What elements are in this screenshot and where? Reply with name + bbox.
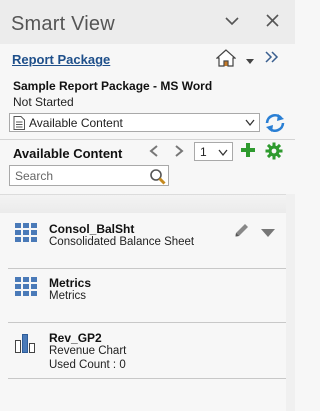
home-button[interactable]: [215, 49, 237, 67]
content-dropdown[interactable]: Available Content: [9, 113, 260, 132]
expand-button[interactable]: [261, 225, 275, 243]
available-content-heading: Available Content: [13, 146, 123, 161]
pencil-icon: [235, 224, 248, 237]
item-description: Consolidated Balance Sheet: [49, 236, 195, 248]
document-icon: [13, 116, 25, 130]
list-separator: [8, 322, 286, 323]
plus-icon: [241, 143, 255, 157]
edit-button[interactable]: [234, 222, 250, 243]
divider: [0, 139, 295, 140]
item-name: Metrics: [49, 276, 92, 290]
report-package-link-mnemonic: R: [12, 52, 22, 67]
chevron-right-icon: [175, 145, 184, 157]
search-input[interactable]: [9, 165, 169, 186]
list-item[interactable]: Consol_BalSht Consolidated Balance Sheet: [0, 215, 286, 267]
report-package-link[interactable]: Report Package: [12, 52, 110, 67]
title-bar: Smart View: [0, 0, 295, 44]
caret-down-icon: [246, 59, 254, 64]
package-name: Sample Report Package - MS Word: [13, 79, 213, 93]
double-chevron-right-icon: [265, 51, 279, 63]
content-dropdown-value: Available Content: [29, 116, 123, 130]
item-used-count: Used Count : 0: [49, 359, 126, 371]
chevron-down-icon: [225, 17, 239, 26]
list-separator: [8, 378, 286, 379]
search-button[interactable]: [149, 168, 166, 190]
settings-button[interactable]: [265, 142, 283, 165]
search-icon: [150, 169, 166, 185]
close-icon: [266, 14, 279, 27]
app-title: Smart View: [11, 13, 115, 35]
grid-icon: [15, 277, 37, 296]
package-status: Not Started: [13, 95, 74, 109]
refresh-icon: [265, 114, 285, 132]
item-description: Revenue Chart: [49, 345, 127, 357]
panel-header: Report Package: [0, 44, 295, 70]
item-name: Consol_BalSht: [49, 222, 135, 236]
next-page-button[interactable]: [173, 144, 185, 163]
list-header-strip: [0, 194, 286, 213]
chevron-down-icon: [218, 149, 228, 157]
collapse-button[interactable]: [221, 10, 243, 32]
page-number: 1: [200, 145, 207, 159]
previous-page-button[interactable]: [148, 144, 160, 163]
vertical-scrollbar[interactable]: [286, 194, 295, 411]
chevron-down-icon: [245, 119, 255, 127]
close-button[interactable]: [262, 10, 284, 32]
report-package-link-text: eport Package: [21, 52, 111, 67]
add-content-button[interactable]: [240, 142, 256, 163]
home-icon: [215, 49, 237, 67]
item-description: Metrics: [49, 290, 87, 302]
refresh-button[interactable]: [263, 112, 287, 134]
page-dropdown[interactable]: 1: [194, 142, 233, 161]
more-button[interactable]: [263, 49, 279, 65]
bar-chart-icon: [15, 334, 35, 353]
item-name: Rev_GP2: [49, 331, 102, 345]
list-item[interactable]: Metrics Metrics: [0, 269, 286, 321]
chevron-left-icon: [149, 145, 158, 157]
gear-icon: [265, 142, 283, 160]
home-menu-button[interactable]: [245, 53, 255, 64]
grid-icon: [15, 223, 37, 242]
caret-down-icon: [261, 229, 275, 237]
list-item[interactable]: Rev_GP2 Revenue Chart Used Count : 0: [0, 324, 286, 376]
